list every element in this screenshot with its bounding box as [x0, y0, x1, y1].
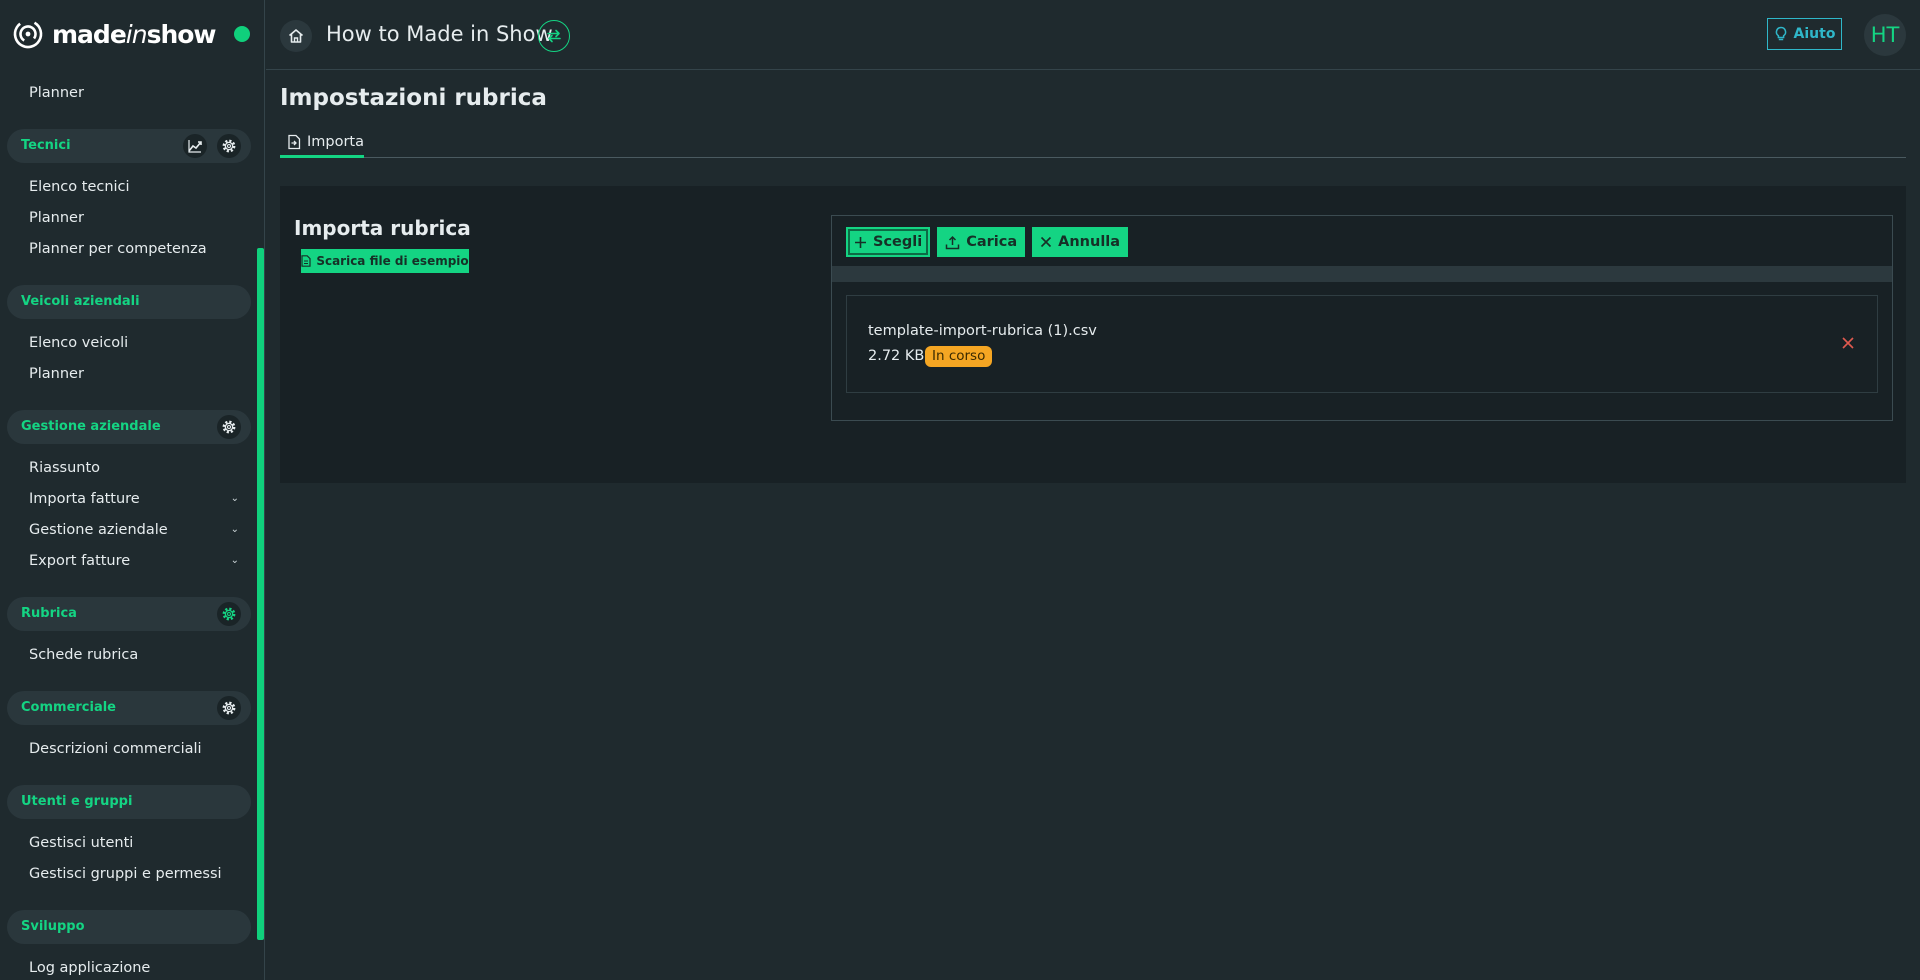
- gear-icon[interactable]: [217, 696, 241, 720]
- chart-icon[interactable]: [183, 134, 207, 158]
- status-indicator: [234, 26, 250, 42]
- sidebar-scrollbar[interactable]: [257, 248, 264, 940]
- section-label: Tecnici: [21, 138, 71, 153]
- sidebar-item-elenco-veicoli[interactable]: Elenco veicoli: [29, 332, 239, 354]
- nav-label: Gestione aziendale: [29, 522, 168, 538]
- section-label: Veicoli aziendali: [21, 294, 140, 309]
- section-label: Sviluppo: [21, 919, 85, 934]
- chevron-down-icon: ⌄: [230, 493, 239, 504]
- home-button[interactable]: [280, 20, 312, 52]
- gear-icon[interactable]: [217, 415, 241, 439]
- sidebar-item-log-applicazione[interactable]: Log applicazione: [29, 957, 239, 979]
- gear-icon[interactable]: [217, 134, 241, 158]
- choose-button[interactable]: Scegli: [846, 227, 931, 257]
- sidebar-section-sviluppo[interactable]: Sviluppo: [7, 910, 251, 944]
- sidebar-item-export-fatture[interactable]: Export fatture ⌄: [29, 550, 239, 572]
- sidebar-item-schede-rubrica[interactable]: Schede rubrica: [29, 644, 239, 666]
- sidebar-item-gestisci-utenti[interactable]: Gestisci utenti: [29, 832, 239, 854]
- download-sample-label: Scarica file di esempio: [316, 254, 469, 268]
- upload-button[interactable]: Carica: [937, 227, 1026, 257]
- sidebar-section-commerciale[interactable]: Commerciale: [7, 691, 251, 725]
- cancel-button[interactable]: Annulla: [1032, 227, 1129, 257]
- sidebar-item-gestisci-gruppi[interactable]: Gestisci gruppi e permessi: [29, 863, 239, 885]
- close-icon: [1842, 337, 1854, 349]
- file-upload: Scegli Carica Annulla template-import-ru…: [831, 215, 1893, 421]
- switch-workspace-button[interactable]: [538, 20, 570, 52]
- sidebar-section-tecnici[interactable]: Tecnici: [7, 129, 251, 163]
- tab-bar: Importa: [280, 128, 1906, 158]
- gear-icon[interactable]: [217, 602, 241, 626]
- nav-label: Export fatture: [29, 553, 131, 569]
- status-badge: In corso: [925, 346, 993, 367]
- help-label: Aiuto: [1793, 26, 1836, 42]
- cancel-label: Annulla: [1058, 234, 1121, 250]
- choose-label: Scegli: [873, 234, 923, 250]
- section-label: Rubrica: [21, 606, 77, 621]
- sidebar-item-importa-fatture[interactable]: Importa fatture ⌄: [29, 488, 239, 510]
- close-icon: [1041, 236, 1052, 248]
- sidebar: madeinshow Planner Tecnici Elenco tecnic…: [0, 0, 265, 980]
- sidebar-section-rubrica[interactable]: Rubrica: [7, 597, 251, 631]
- section-label: Utenti e gruppi: [21, 794, 133, 809]
- sidebar-item-descrizioni-commerciali[interactable]: Descrizioni commerciali: [29, 738, 239, 760]
- sidebar-section-utenti[interactable]: Utenti e gruppi: [7, 785, 251, 819]
- card-title: Importa rubrica: [294, 216, 471, 240]
- file-import-icon: [288, 134, 301, 149]
- sidebar-item-planner-competenza[interactable]: Planner per competenza: [29, 238, 239, 260]
- sidebar-item-planner-tecnici[interactable]: Planner: [29, 207, 239, 229]
- app-title: How to Made in Show: [326, 22, 553, 46]
- nav-label: Importa fatture: [29, 491, 140, 507]
- tab-importa[interactable]: Importa: [280, 128, 364, 158]
- sidebar-item-planner-veicoli[interactable]: Planner: [29, 363, 239, 385]
- avatar[interactable]: HT: [1864, 14, 1906, 56]
- brand-name: madeinshow: [52, 19, 217, 49]
- upload-progress-bar: [832, 266, 1892, 282]
- chevron-down-icon: ⌄: [230, 555, 239, 566]
- brand[interactable]: madeinshow: [12, 16, 217, 52]
- chevron-down-icon: ⌄: [230, 524, 239, 535]
- swap-arrows-icon: [547, 29, 561, 43]
- section-label: Gestione aziendale: [21, 419, 161, 434]
- section-label: Commerciale: [21, 700, 116, 715]
- home-icon: [288, 29, 304, 43]
- tab-label: Importa: [306, 133, 364, 150]
- file-icon: [301, 255, 311, 267]
- file-name: template-import-rubrica (1).csv: [868, 323, 1097, 339]
- remove-file-button[interactable]: [1839, 334, 1857, 352]
- top-bar: How to Made in Show Aiuto HT: [266, 0, 1920, 70]
- upload-toolbar: Scegli Carica Annulla: [846, 227, 1129, 257]
- plus-icon: [855, 236, 866, 248]
- brand-logo-icon: [13, 19, 43, 49]
- help-button[interactable]: Aiuto: [1767, 18, 1842, 50]
- import-card: Importa rubrica Scarica file di esempio …: [280, 186, 1906, 483]
- sidebar-item-planner[interactable]: Planner: [29, 82, 239, 104]
- sidebar-item-gestione-aziendale[interactable]: Gestione aziendale ⌄: [29, 519, 239, 541]
- lightbulb-icon: [1775, 26, 1786, 41]
- sidebar-section-veicoli[interactable]: Veicoli aziendali: [7, 285, 251, 319]
- sidebar-item-elenco-tecnici[interactable]: Elenco tecnici: [29, 176, 239, 198]
- page-title: Impostazioni rubrica: [280, 85, 547, 111]
- sidebar-item-riassunto[interactable]: Riassunto: [29, 457, 239, 479]
- file-list-item: template-import-rubrica (1).csv 2.72 KB …: [846, 295, 1878, 393]
- sidebar-section-gestione[interactable]: Gestione aziendale: [7, 410, 251, 444]
- file-size: 2.72 KB: [868, 348, 925, 364]
- upload-icon: [945, 235, 960, 249]
- upload-label: Carica: [966, 234, 1018, 250]
- download-sample-button[interactable]: Scarica file di esempio: [301, 249, 469, 273]
